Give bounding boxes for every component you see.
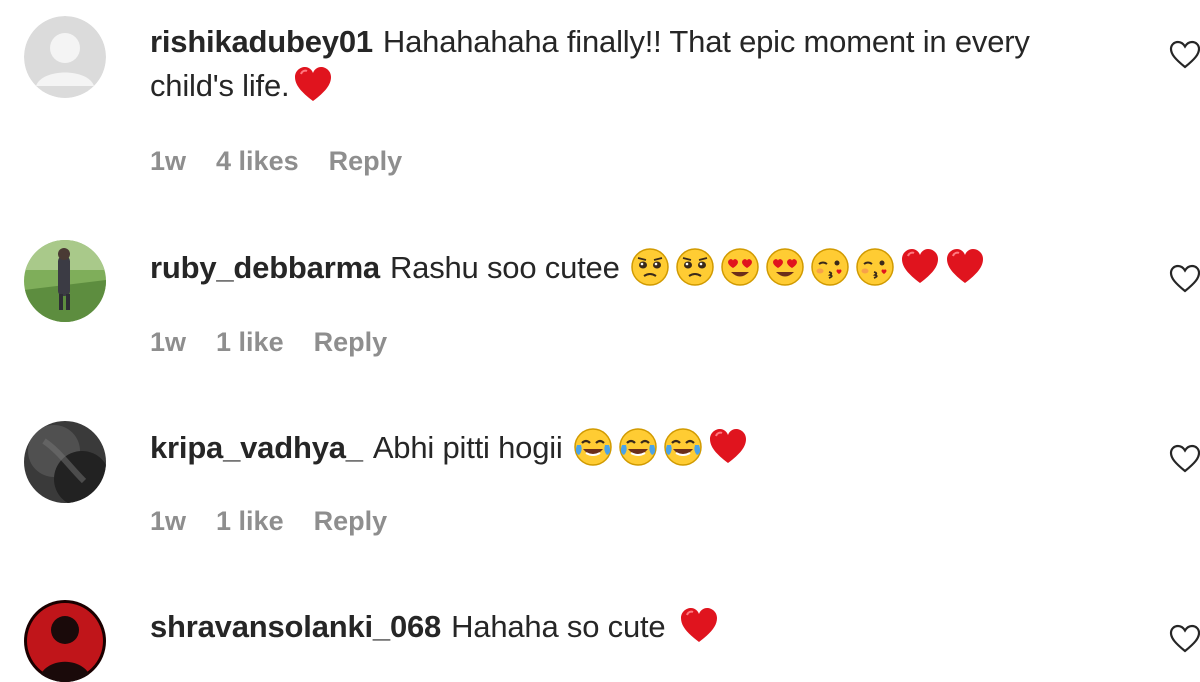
comment-list: rishikadubey01 Hahahahaha finally!! That … (0, 0, 1200, 682)
comment-likes-count[interactable]: 4 likes (216, 146, 299, 177)
kissing-face-icon (855, 247, 895, 287)
avatar[interactable] (24, 16, 106, 98)
avatar[interactable] (24, 600, 106, 682)
red-heart-icon (708, 427, 748, 467)
reply-button[interactable]: Reply (314, 327, 388, 358)
kissing-face-icon (810, 247, 850, 287)
comment-timestamp[interactable]: 1w (150, 146, 186, 177)
comment-text: kripa_vadhya_ Abhi pitti hogii (150, 426, 1110, 470)
tears-of-joy-face-icon (663, 427, 703, 467)
pleading-face-icon (675, 247, 715, 287)
avatar[interactable] (24, 240, 106, 322)
red-heart-icon (679, 606, 719, 646)
heart-outline-icon[interactable] (1168, 442, 1200, 476)
comment-username[interactable]: kripa_vadhya_ (150, 430, 363, 465)
comment-timestamp[interactable]: 1w (150, 506, 186, 537)
reply-button[interactable]: Reply (314, 506, 388, 537)
comment-body: Hahaha so cute (451, 609, 666, 644)
comment-meta: 1w 4 likes Reply (150, 146, 402, 177)
comment-text: shravansolanki_068 Hahaha so cute (150, 605, 1110, 649)
pleading-face-icon (630, 247, 670, 287)
red-heart-icon (293, 65, 333, 105)
comment-meta: 1w 1 like Reply (150, 506, 387, 537)
comment-timestamp[interactable]: 1w (150, 327, 186, 358)
comment-username[interactable]: rishikadubey01 (150, 24, 373, 59)
reply-button[interactable]: Reply (329, 146, 403, 177)
comment-username[interactable]: shravansolanki_068 (150, 609, 441, 644)
heart-outline-icon[interactable] (1168, 262, 1200, 296)
comment-body: Abhi pitti hogii (372, 430, 563, 465)
avatar[interactable] (24, 421, 106, 503)
comment-likes-count[interactable]: 1 like (216, 327, 284, 358)
comment-text: ruby_debbarma Rashu soo cutee (150, 246, 1110, 290)
red-heart-icon (900, 247, 940, 287)
tears-of-joy-face-icon (618, 427, 658, 467)
comment-body: Rashu soo cutee (389, 250, 620, 285)
comment-likes-count[interactable]: 1 like (216, 506, 284, 537)
heart-outline-icon[interactable] (1168, 622, 1200, 656)
red-heart-icon (945, 247, 985, 287)
comment-username[interactable]: ruby_debbarma (150, 250, 380, 285)
comment-text: rishikadubey01 Hahahahaha finally!! That … (150, 20, 1110, 108)
heart-eyes-face-icon (720, 247, 760, 287)
tears-of-joy-face-icon (573, 427, 613, 467)
comment-meta: 1w 1 like Reply (150, 327, 387, 358)
heart-eyes-face-icon (765, 247, 805, 287)
heart-outline-icon[interactable] (1168, 38, 1200, 72)
